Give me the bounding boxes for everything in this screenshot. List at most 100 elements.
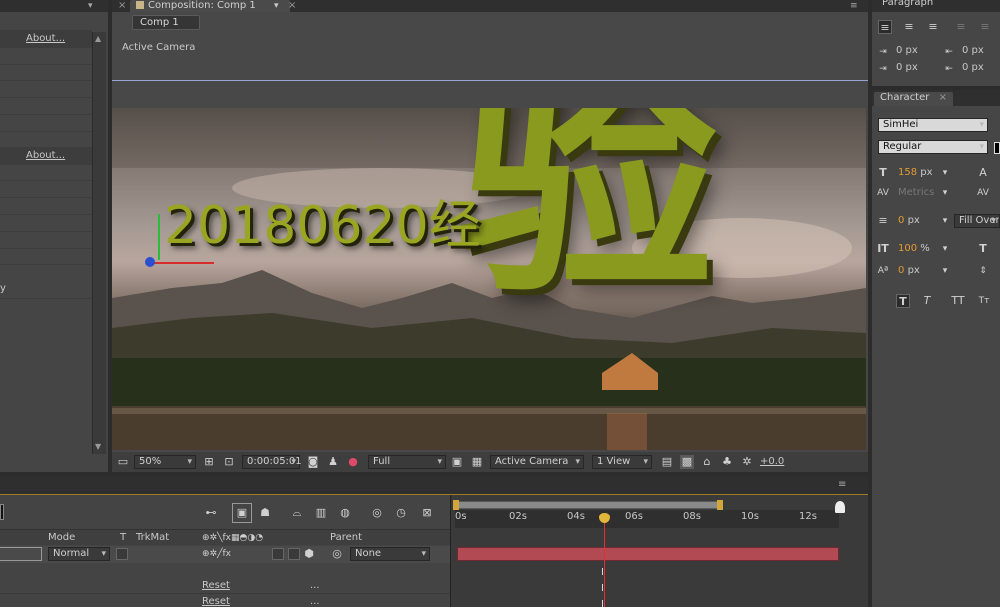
comp-viewer[interactable]: 验 20180620经 <box>112 108 866 450</box>
col-parent[interactable]: Parent <box>330 532 362 543</box>
track-matte-box[interactable] <box>116 548 128 560</box>
layer-name-field[interactable] <box>0 547 42 561</box>
reset-link-2[interactable]: Reset <box>202 596 230 607</box>
baseline-shift-field[interactable]: 0 px <box>898 265 920 276</box>
region-icon[interactable]: ⊡ <box>222 455 236 469</box>
keyframe-marker[interactable]: I <box>601 567 604 578</box>
col-mode[interactable]: Mode <box>48 532 75 543</box>
col-trkmat[interactable]: TrkMat <box>136 532 169 543</box>
exposure-icon[interactable]: ✲ <box>740 455 754 469</box>
tab-paragraph[interactable]: Paragraph <box>876 0 939 9</box>
tab-character[interactable]: Character × <box>874 92 953 106</box>
graph-editor-icon[interactable]: ◍ <box>338 506 352 520</box>
stopwatch-icon[interactable]: ◷ <box>394 506 408 520</box>
time-graph[interactable]: 0s 02s 04s 06s 08s 10s 12s I I I <box>450 495 868 607</box>
switch-box[interactable] <box>272 548 284 560</box>
faux-bold-icon[interactable]: T <box>896 294 910 308</box>
close-icon[interactable]: × <box>939 92 947 103</box>
font-style-dropdown[interactable]: Regular <box>878 140 988 154</box>
views-dropdown[interactable]: 1 View <box>592 455 652 469</box>
transparency-grid-icon[interactable]: ▦ <box>470 455 484 469</box>
render-3d-icon[interactable]: ▩ <box>680 455 694 469</box>
all-caps-icon[interactable]: TT <box>948 294 968 308</box>
render-queue-icon[interactable]: ⊠ <box>420 506 434 520</box>
small-caps-icon[interactable]: Tт <box>974 294 994 308</box>
kerning-field[interactable]: Metrics <box>898 187 934 198</box>
align-center-icon[interactable]: ≡ <box>902 20 916 34</box>
align-left-icon[interactable]: ≡ <box>878 20 892 34</box>
resolution-dropdown[interactable]: Full <box>368 455 446 469</box>
always-preview-icon[interactable]: ▭ <box>116 455 130 469</box>
zoom-dropdown[interactable]: 50% <box>134 455 196 469</box>
safe-margins-icon[interactable]: ⊞ <box>202 455 216 469</box>
timeline-end-handle[interactable] <box>835 501 845 513</box>
exposure-value[interactable]: +0.0 <box>760 456 784 467</box>
layer-mode-dropdown[interactable]: Normal <box>48 547 110 561</box>
indent-right-field[interactable]: 0 px <box>962 45 984 56</box>
reset-link-1[interactable]: Reset <box>202 580 230 591</box>
dots-link-2[interactable]: ... <box>310 596 320 607</box>
panel-menu-icon[interactable]: ≡ <box>838 479 846 490</box>
timeline-icon[interactable]: ⌂ <box>700 455 714 469</box>
timecode-field[interactable]: 0:00:05:01 <box>242 455 302 469</box>
close-icon[interactable]: × <box>118 0 126 11</box>
comp-button[interactable]: Comp 1 <box>132 15 200 30</box>
search-field[interactable] <box>0 504 4 520</box>
col-t[interactable]: T <box>120 532 126 543</box>
shy-layers-icon[interactable]: ☗ <box>258 506 272 520</box>
toggle-pixel-aspect-icon[interactable]: ▤ <box>660 455 674 469</box>
about-link-2[interactable]: About... <box>26 150 65 161</box>
keyframe-marker[interactable]: I <box>601 599 604 607</box>
comp-flowchart-icon[interactable]: ▣ <box>232 503 252 523</box>
left-scrollbar[interactable] <box>92 32 106 454</box>
fast-previews-icon[interactable]: ▣ <box>450 455 464 469</box>
work-area-bar[interactable] <box>455 501 721 509</box>
fill-color-swatch[interactable] <box>994 142 1000 154</box>
tab-dropdown-icon[interactable]: ▾ <box>274 0 279 12</box>
dropdown-arrow-icon[interactable]: ▾ <box>938 242 952 256</box>
switch-box[interactable] <box>288 548 300 560</box>
current-time-indicator[interactable] <box>604 517 605 607</box>
faux-italic-icon[interactable]: T <box>920 294 934 308</box>
y-axis-handle[interactable] <box>158 214 160 260</box>
font-size-field[interactable]: 158 px <box>898 167 933 178</box>
layer-duration-bar[interactable] <box>457 547 839 561</box>
space-after-field[interactable]: 0 px <box>962 62 984 73</box>
stroke-mode-dropdown[interactable]: Fill Over <box>954 214 1000 228</box>
panel-menu-icon[interactable]: ≡ <box>850 0 858 12</box>
justify-center-icon[interactable]: ≡ <box>978 20 992 34</box>
scroll-down-icon[interactable]: ▼ <box>95 442 101 451</box>
brainstorm-icon[interactable]: ◎ <box>370 506 384 520</box>
dropdown-arrow-icon[interactable]: ▾ <box>938 214 952 228</box>
flowchart-icon[interactable]: ♣ <box>720 455 734 469</box>
align-right-icon[interactable]: ≡ <box>926 20 940 34</box>
dropdown-arrow-icon[interactable]: ▾ <box>938 166 952 180</box>
layer-switches-icons[interactable]: ⊕✲╱fx <box>202 547 262 561</box>
work-area-start-handle[interactable] <box>453 500 459 510</box>
dots-link-1[interactable]: ... <box>310 580 320 591</box>
vertical-scale-field[interactable]: 100 % <box>898 243 930 254</box>
z-axis-handle[interactable] <box>145 257 155 267</box>
dropdown-arrow-icon[interactable]: ▾ <box>938 186 952 200</box>
font-family-dropdown[interactable]: SimHei <box>878 118 988 132</box>
stroke-width-field[interactable]: 0 px <box>898 215 920 226</box>
3d-layer-icon[interactable]: ⬢ <box>302 547 316 561</box>
parent-dropdown[interactable]: None <box>350 547 430 561</box>
x-axis-handle[interactable] <box>152 262 214 264</box>
camera-dropdown[interactable]: Active Camera <box>490 455 584 469</box>
frame-blending-icon[interactable]: ⌓ <box>290 506 304 520</box>
tab-composition[interactable]: Composition: Comp 1 <box>130 0 290 12</box>
panel-menu-icon[interactable]: ▾ <box>88 0 100 12</box>
draft-3d-icon[interactable]: ⊷ <box>200 506 222 520</box>
pickwhip-icon[interactable]: ◎ <box>330 547 344 561</box>
close-icon[interactable]: × <box>288 0 296 11</box>
indent-left-field[interactable]: 0 px <box>896 45 918 56</box>
time-ruler[interactable]: 0s 02s 04s 06s 08s 10s 12s <box>455 510 839 528</box>
work-area-end-handle[interactable] <box>717 500 723 510</box>
dropdown-arrow-icon[interactable]: ▾ <box>938 264 952 278</box>
channel-icon[interactable]: ● <box>346 455 360 469</box>
show-snapshot-icon[interactable]: ♟ <box>326 455 340 469</box>
justify-left-icon[interactable]: ≡ <box>954 20 968 34</box>
about-link-1[interactable]: About... <box>26 33 65 44</box>
motion-blur-icon[interactable]: ▥ <box>314 506 328 520</box>
